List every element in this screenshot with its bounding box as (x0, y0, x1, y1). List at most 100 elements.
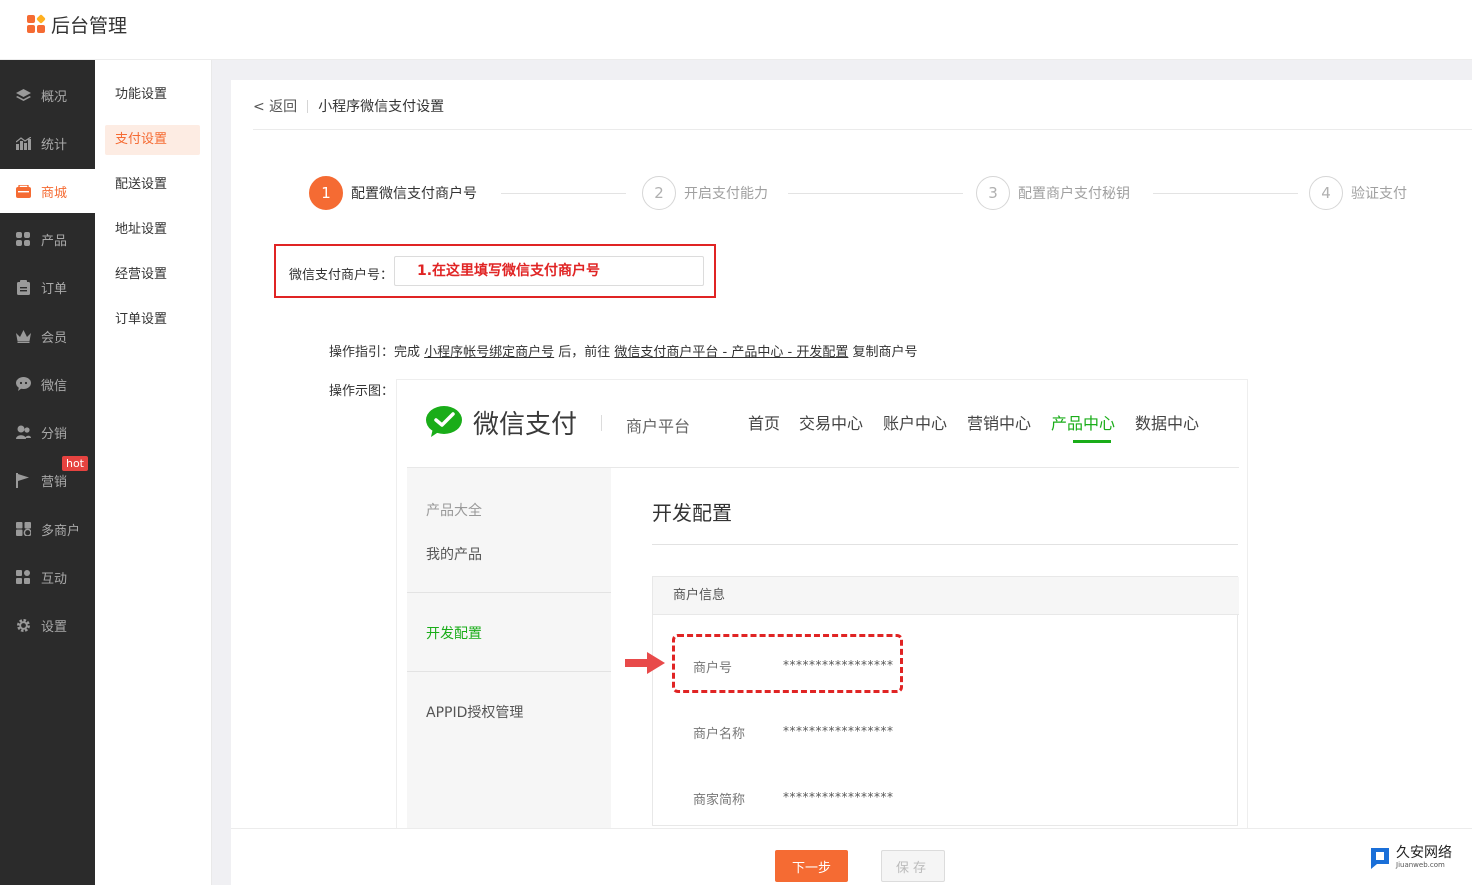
logo-icon (27, 14, 46, 34)
wx-merchant-name-value: ***************** (783, 724, 894, 738)
main-sidebar: 概况 统计 商城 产品 订单 会员 微信 分销 营销 hot 多商户 互动 设置 (0, 60, 95, 885)
merchant-platform-label: 商户平台 (626, 417, 691, 436)
step-number: 2 (642, 176, 676, 210)
clipboard-icon (15, 279, 31, 295)
step-label: 配置微信支付商户号 (351, 186, 477, 202)
sidebar-item-interaction[interactable]: 互动 (0, 555, 95, 599)
wx-merchant-short-value: ***************** (783, 790, 894, 804)
app-title: 后台管理 (51, 15, 128, 37)
sidebar-item-label: 互动 (41, 571, 68, 587)
wx-side-appid: APPID授权管理 (426, 705, 524, 721)
wx-nav-active-indicator (1073, 440, 1111, 443)
sidebar-item-label: 统计 (41, 137, 68, 153)
sidebar-item-orders[interactable]: 订单 (0, 265, 95, 309)
wx-side-my-products: 我的产品 (426, 547, 482, 563)
sidebar-item-label: 产品 (41, 233, 68, 249)
page-title: 小程序微信支付设置 (318, 99, 445, 115)
guide-middle: 后，前往 (554, 345, 615, 360)
hot-badge: hot (61, 456, 88, 471)
flag-icon (15, 472, 31, 488)
step-connector (1153, 193, 1298, 194)
watermark: 久安网络 Jiuanweb.com (1369, 846, 1452, 870)
wx-nav-marketing: 营销中心 (967, 414, 1032, 433)
step-number: 3 (976, 176, 1010, 210)
sidebar-item-overview[interactable]: 概况 (0, 73, 95, 117)
sidebar-item-multi-merchant[interactable]: 多商户 (0, 507, 95, 551)
wechat-pay-logo-icon (426, 406, 462, 437)
store-submenu: 功能设置 支付设置 配送设置 地址设置 经营设置 订单设置 (95, 60, 212, 885)
wx-merchant-short-label: 商家简称 (693, 793, 746, 808)
app-logo[interactable]: 后台管理 (27, 11, 127, 38)
guide-prefix: 操作指引：完成 (329, 345, 425, 360)
submenu-item-delivery[interactable]: 配送设置 (105, 170, 200, 200)
step-label: 配置商户支付秘钥 (1018, 186, 1130, 202)
wx-merchant-name-label: 商户名称 (693, 727, 746, 742)
wx-section-title: 开发配置 (652, 501, 732, 525)
merchant-number-input[interactable] (394, 256, 704, 286)
submenu-item-address[interactable]: 地址设置 (105, 215, 200, 245)
bind-merchant-link[interactable]: 小程序帐号绑定商户号 (424, 345, 554, 360)
step-label: 验证支付 (1351, 186, 1407, 202)
step-number: 1 (309, 176, 343, 210)
arrow-right-icon (625, 652, 665, 674)
chart-icon (15, 135, 31, 151)
wx-info-title: 商户信息 (653, 577, 1239, 615)
step-1: 1 配置微信支付商户号 (309, 176, 477, 210)
save-button[interactable]: 保存 (881, 850, 945, 882)
shop-icon (15, 521, 31, 537)
breadcrumb: < 返回 小程序微信支付设置 (253, 96, 444, 116)
highlight-dashed-box (672, 634, 903, 693)
sidebar-item-wechat[interactable]: 微信 (0, 362, 95, 406)
submenu-item-function[interactable]: 功能设置 (105, 80, 200, 110)
demo-label: 操作示图： (329, 384, 395, 399)
operation-guide: 操作指引：完成 小程序帐号绑定商户号 后，前往 微信支付商户平台 - 产品中心 … (329, 341, 917, 360)
layers-icon (15, 87, 31, 103)
breadcrumb-divider (307, 99, 309, 113)
step-connector (501, 193, 626, 194)
step-connector (788, 193, 963, 194)
demo-screenshot: 微信支付 商户平台 首页 交易中心 账户中心 营销中心 产品中心 数据中心 产品… (396, 379, 1248, 885)
step-2: 2 开启支付能力 (642, 176, 768, 210)
users-icon (15, 424, 31, 440)
sidebar-item-label: 营销 (41, 474, 68, 490)
sidebar-item-distribution[interactable]: 分销 (0, 410, 95, 454)
wx-nav-data: 数据中心 (1135, 414, 1200, 433)
sidebar-item-label: 微信 (41, 378, 68, 394)
submenu-item-payment[interactable]: 支付设置 (105, 125, 200, 155)
sidebar-item-label: 商城 (41, 185, 68, 201)
merchant-number-label: 微信支付商户号： (289, 268, 394, 283)
gear-icon (15, 617, 31, 633)
wx-side-divider (407, 592, 611, 593)
sidebar-item-marketing[interactable]: 营销 hot (0, 456, 95, 502)
sidebar-item-label: 分销 (41, 426, 68, 442)
main-panel: < 返回 小程序微信支付设置 1 配置微信支付商户号 2 开启支付能力 3 配置… (231, 80, 1472, 885)
guide-suffix: 复制商户号 (848, 345, 918, 360)
submenu-item-order[interactable]: 订单设置 (105, 305, 200, 335)
sidebar-item-products[interactable]: 产品 (0, 217, 95, 261)
crown-icon (15, 328, 31, 344)
brand-divider (601, 415, 602, 431)
sidebar-item-settings[interactable]: 设置 (0, 603, 95, 647)
watermark-sub: Jiuanweb.com (1396, 861, 1445, 869)
back-link[interactable]: < 返回 (253, 96, 297, 116)
sidebar-item-store[interactable]: 商城 (0, 169, 95, 213)
sidebar-item-label: 多商户 (41, 523, 81, 539)
submenu-item-business[interactable]: 经营设置 (105, 260, 200, 290)
sidebar-item-stats[interactable]: 统计 (0, 121, 95, 165)
sidebar-item-members[interactable]: 会员 (0, 314, 95, 358)
merchant-platform-link[interactable]: 微信支付商户平台 - 产品中心 - 开发配置 (614, 345, 848, 360)
wechat-pay-brand: 微信支付 (473, 410, 578, 440)
wx-side-all-products: 产品大全 (426, 503, 482, 519)
grid-icon (15, 231, 31, 247)
wx-side-dev-config: 开发配置 (426, 626, 482, 642)
next-step-button[interactable]: 下一步 (775, 850, 848, 882)
wx-merchant-info-panel: 商户信息 商户号 ***************** 商户名称 ********… (652, 576, 1239, 826)
wx-nav-product: 产品中心 (1051, 414, 1116, 433)
wx-side-divider (407, 671, 611, 672)
wx-section-divider (652, 544, 1238, 545)
wx-nav-trade: 交易中心 (799, 414, 864, 433)
wx-side-menu: 产品大全 我的产品 开发配置 APPID授权管理 (407, 468, 611, 884)
store-icon (15, 183, 31, 199)
top-bar: 后台管理 (0, 0, 1472, 60)
watermark-title: 久安网络 (1396, 845, 1452, 861)
